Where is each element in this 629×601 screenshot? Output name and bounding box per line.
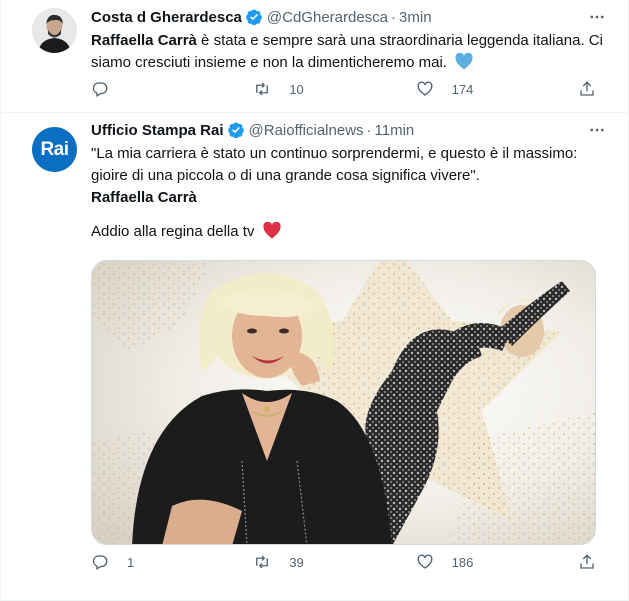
verified-badge-icon (227, 121, 245, 139)
reply-icon (92, 555, 108, 570)
reply-button[interactable] (91, 80, 201, 98)
timeline: Costa d Gherardesca @CdGherardesca · 3mi… (0, 0, 629, 601)
quote-author: Raffaella Carrà (91, 189, 197, 206)
share-button[interactable] (578, 553, 598, 571)
separator-dot: · (366, 121, 372, 139)
photo-raffaella-carra (92, 261, 595, 544)
tweet-actions: 10 174 (91, 80, 598, 98)
tweet-header: Ufficio Stampa Rai @Raiofficialnews · 11… (91, 119, 606, 141)
tweet-body: Ufficio Stampa Rai @Raiofficialnews · 11… (91, 119, 606, 246)
more-dots-icon[interactable] (588, 121, 606, 139)
author-handle[interactable]: @Raiofficialnews (249, 122, 364, 139)
heart-icon (417, 81, 433, 96)
tweet[interactable]: Rai Ufficio Stampa Rai @Raiofficialnews … (1, 113, 628, 601)
retweet-icon (256, 82, 269, 96)
tweet-actions: 1 39 186 (91, 553, 598, 571)
tweet-text-line-2: siamo cresciuti insieme e non la dimenti… (91, 54, 447, 71)
heart-icon (417, 554, 433, 569)
more-dots-icon[interactable] (588, 8, 606, 26)
separator-dot: · (391, 8, 397, 26)
tweet-header: Costa d Gherardesca @CdGherardesca · 3mi… (91, 6, 606, 28)
reply-button[interactable]: 1 (91, 553, 201, 571)
retweet-button[interactable]: 10 (253, 80, 363, 98)
tweet-image[interactable] (91, 260, 596, 545)
retweet-icon (256, 555, 269, 569)
share-button[interactable] (578, 80, 598, 98)
author-name[interactable]: Ufficio Stampa Rai (91, 122, 224, 139)
author-name[interactable]: Costa d Gherardesca (91, 9, 242, 26)
verified-badge-icon (245, 8, 263, 26)
tweet[interactable]: Costa d Gherardesca @CdGherardesca · 3mi… (1, 0, 628, 113)
blue-heart-emoji (455, 52, 473, 77)
avatar[interactable] (32, 8, 77, 53)
share-icon (580, 81, 594, 96)
tweet-text-line-1: è stata e sempre sarà una straordinaria … (196, 32, 603, 49)
farewell-text: Addio alla regina della tv (91, 223, 255, 240)
reply-count: 1 (127, 554, 135, 570)
reply-icon (92, 82, 108, 97)
tweet-text-bold: Raffaella Carrà (91, 32, 197, 49)
tweet-text: "La mia carriera è stato un continuo sor… (91, 143, 606, 246)
avatar[interactable]: Rai (32, 127, 77, 172)
tweet-body: Costa d Gherardesca @CdGherardesca · 3mi… (91, 6, 606, 77)
tweet-time[interactable]: 3min (399, 9, 432, 26)
retweet-count: 39 (289, 554, 304, 570)
like-button[interactable]: 174 (416, 80, 526, 98)
quote-line-2: gioire di una piccola o di una grande co… (91, 167, 480, 184)
tweet-time[interactable]: 11min (375, 122, 415, 139)
author-handle[interactable]: @CdGherardesca (267, 9, 388, 26)
quote-line-1: "La mia carriera è stato un continuo sor… (91, 145, 578, 162)
retweet-count: 10 (289, 81, 304, 97)
red-heart-emoji (263, 221, 281, 246)
retweet-button[interactable]: 39 (253, 553, 363, 571)
share-icon (580, 554, 594, 569)
like-count: 174 (451, 81, 474, 97)
like-count: 186 (451, 554, 474, 570)
like-button[interactable]: 186 (416, 553, 526, 571)
tweet-text: Raffaella Carrà è stata e sempre sarà un… (91, 30, 606, 77)
rai-logo: Rai (40, 138, 69, 160)
